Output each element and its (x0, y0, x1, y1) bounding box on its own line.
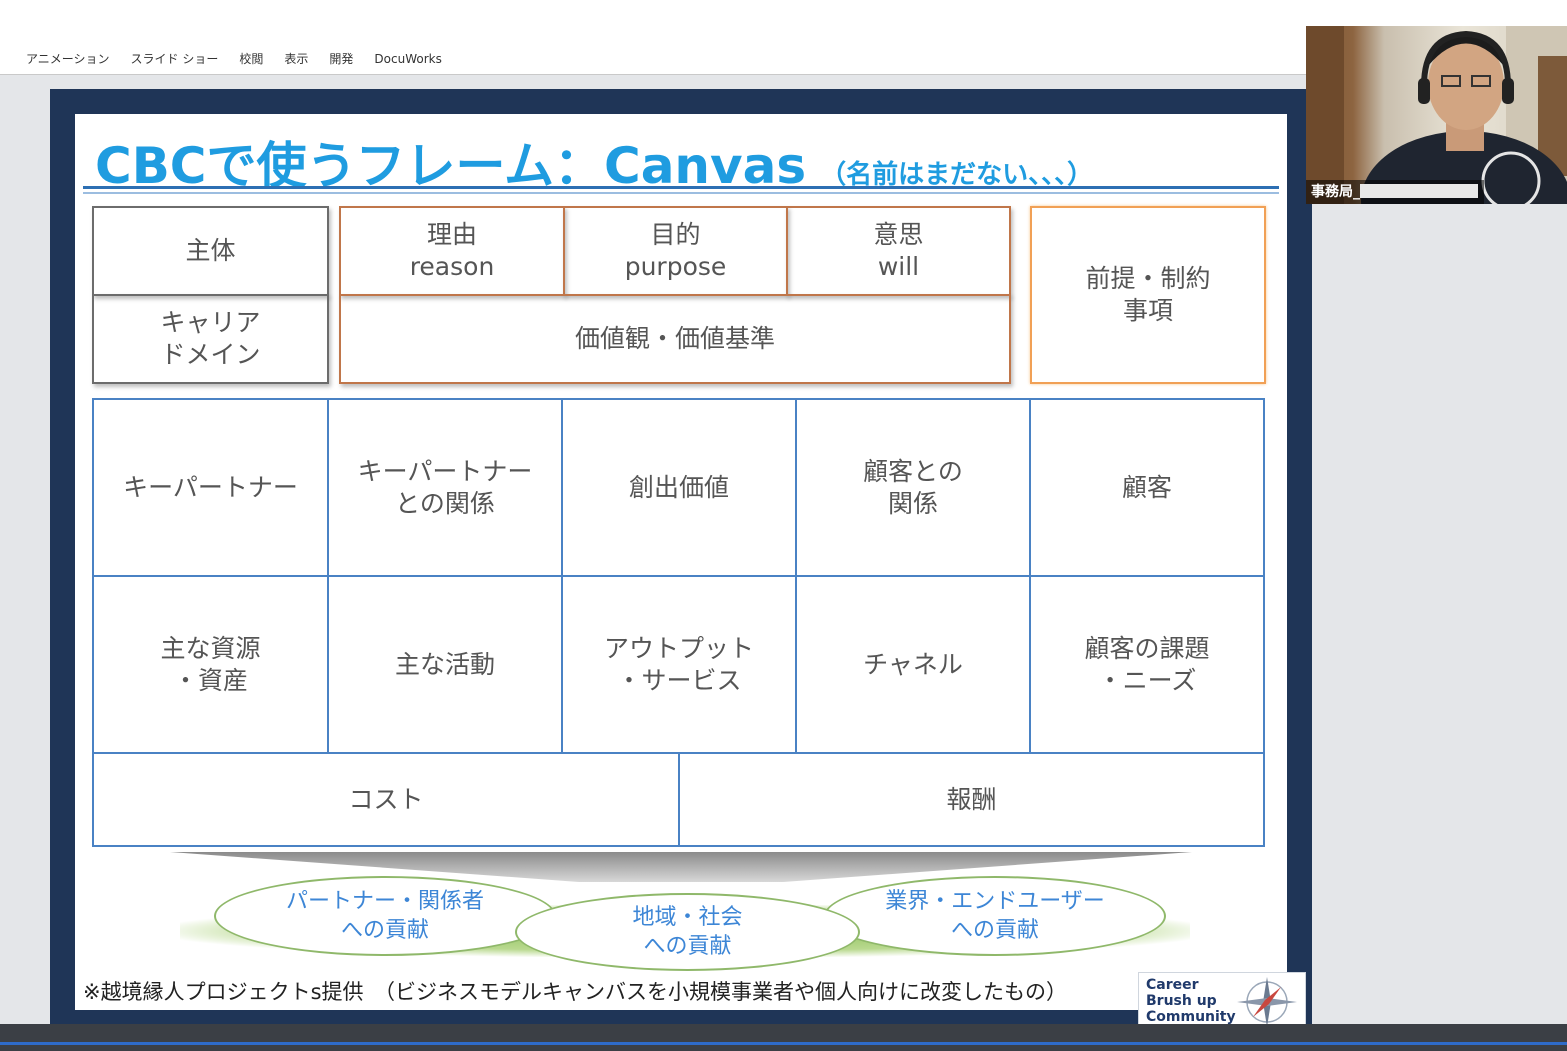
cell-key-partner: キーパートナー (92, 398, 329, 577)
cell-reward: 報酬 (678, 752, 1265, 847)
ellipse-industry-contribution: 業界・エンドユーザー への貢献 (824, 876, 1166, 956)
cell-premise: 前提・制約 事項 (1030, 206, 1266, 384)
title-underline-light (83, 192, 1279, 194)
ribbon-tabs: アニメーション スライド ショー 校閲 表示 開発 DocuWorks (18, 50, 455, 68)
title-underline (83, 186, 1279, 189)
tab-review[interactable]: 校閲 (231, 50, 276, 68)
cell-will: 意思 will (786, 206, 1011, 296)
participant-icon (1306, 26, 1567, 204)
taskbar (0, 1024, 1567, 1051)
ellipse-partner-contribution: パートナー・関係者 への貢献 (214, 876, 556, 956)
cell-key-resources: 主な資源 ・資産 (92, 575, 329, 754)
cell-purpose: 目的 purpose (563, 206, 788, 296)
cell-cost: コスト (92, 752, 680, 847)
cell-channel: チャネル (795, 575, 1031, 754)
ellipse-region-contribution: 地域・社会 への貢献 (515, 893, 860, 971)
compass-icon (1237, 977, 1297, 1027)
participant-name: 事務局_ (1311, 184, 1360, 200)
cell-output-service: アウトプット ・サービス (561, 575, 797, 754)
cell-created-value: 創出価値 (561, 398, 797, 577)
cell-customer: 顧客 (1029, 398, 1265, 577)
progress-line (0, 1042, 1567, 1045)
tab-animation[interactable]: アニメーション (18, 50, 123, 68)
tab-view[interactable]: 表示 (276, 50, 321, 68)
redacted-name (1360, 184, 1478, 198)
cell-reason: 理由 reason (339, 206, 565, 296)
tab-developer[interactable]: 開発 (321, 50, 366, 68)
cell-customer-relation: 顧客との 関係 (795, 398, 1031, 577)
webcam-video[interactable]: 事務局_ (1306, 26, 1567, 204)
cell-career-domain: キャリア ドメイン (92, 294, 329, 384)
cbc-logo: Career Brush up Community (1138, 972, 1306, 1030)
cell-customer-needs: 顧客の課題 ・ニーズ (1029, 575, 1265, 754)
cell-values: 価値観・価値基準 (339, 294, 1011, 384)
cell-subject: 主体 (92, 206, 329, 296)
participant-name-label: 事務局_ (1306, 180, 1484, 204)
cell-key-partner-relation: キーパートナー との関係 (327, 398, 563, 577)
tab-docuworks[interactable]: DocuWorks (366, 50, 454, 68)
footer-note: ※越境縁人プロジェクトs提供 （ビジネスモデルキャンバスを小規模事業者や個人向け… (83, 980, 1068, 1004)
cell-key-activities: 主な活動 (327, 575, 563, 754)
tab-slideshow[interactable]: スライド ショー (123, 50, 232, 68)
